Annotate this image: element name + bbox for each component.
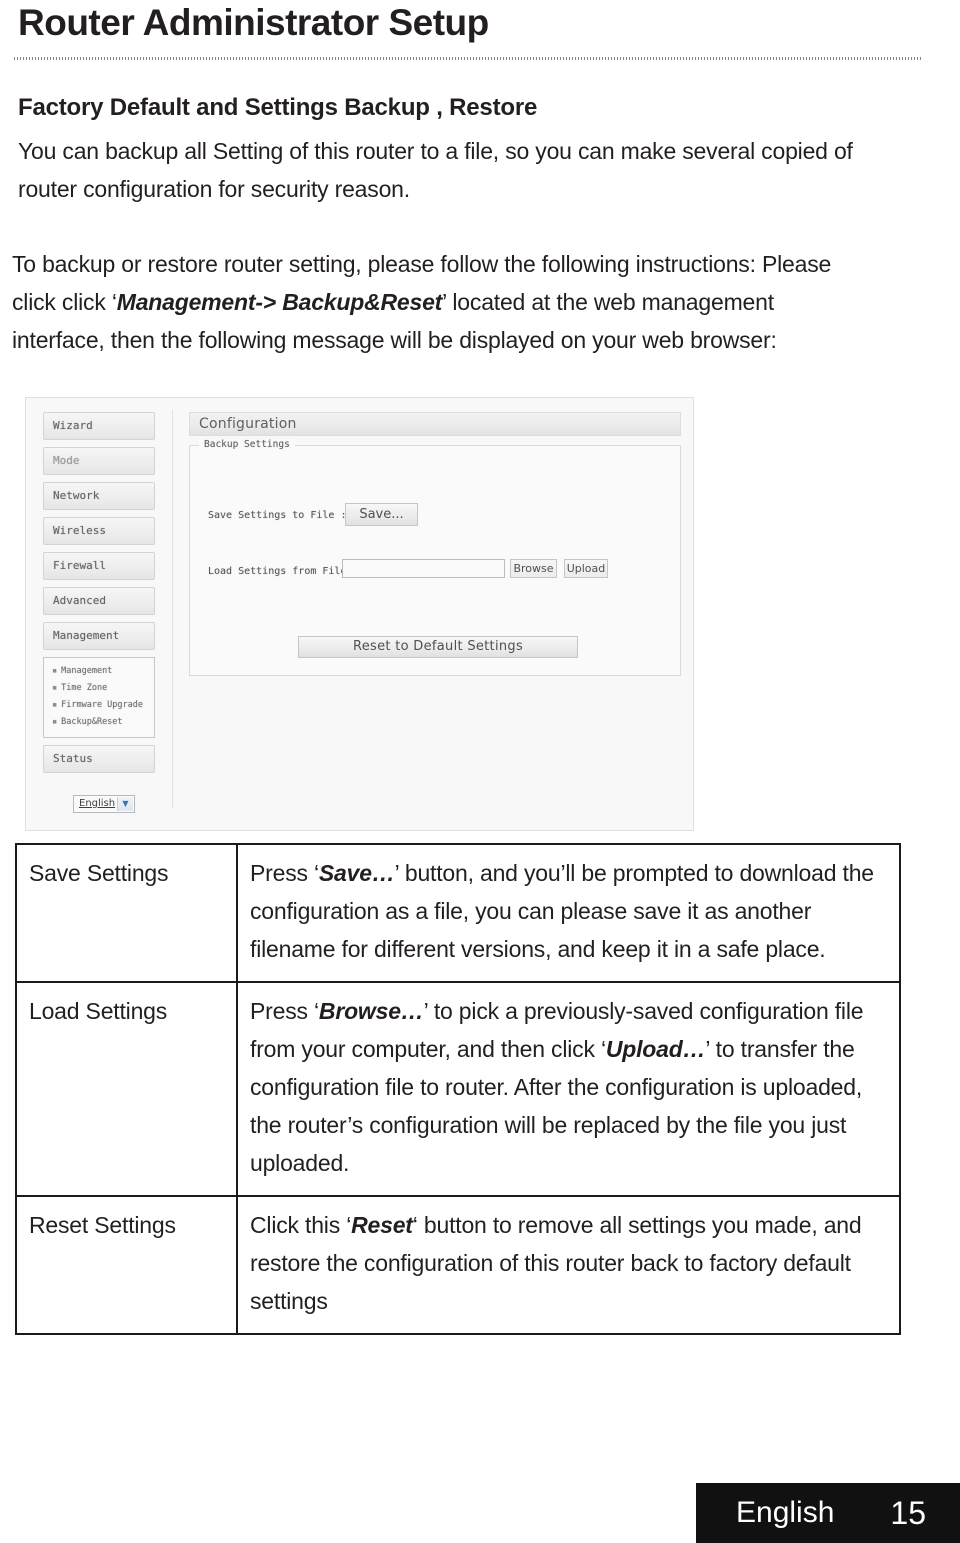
sidebar-nav: Wizard Mode Network Wireless Firewall Ad…: [43, 412, 155, 780]
desc-emphasis-reset: Reset: [351, 1212, 413, 1238]
table-row: Save Settings Press ‘Save…’ button, and …: [15, 843, 901, 983]
sidebar-item-wizard[interactable]: Wizard: [43, 412, 155, 440]
desc-emphasis-browse: Browse…: [318, 998, 424, 1024]
table-cell-term: Reset Settings: [15, 1195, 238, 1335]
desc-emphasis-upload: Upload…: [605, 1036, 706, 1062]
chevron-down-icon[interactable]: ▼: [117, 797, 133, 811]
desc-emphasis-save: Save…: [318, 860, 395, 886]
sidebar-item-status[interactable]: Status: [43, 745, 155, 773]
panel-header: Configuration: [189, 412, 681, 436]
load-settings-input[interactable]: [342, 559, 505, 578]
bullet-icon: ▪: [52, 717, 58, 727]
table-cell-description: Press ‘Browse…’ to pick a previously-sav…: [236, 981, 901, 1197]
language-select-value: English: [79, 798, 116, 809]
sidebar-item-management[interactable]: Management: [43, 622, 155, 650]
settings-description-table: Save Settings Press ‘Save…’ button, and …: [15, 843, 901, 1335]
browse-button[interactable]: Browse: [510, 559, 557, 578]
bullet-icon: ▪: [52, 666, 58, 676]
sidebar-item-firewall[interactable]: Firewall: [43, 552, 155, 580]
bullet-icon: ▪: [52, 700, 58, 710]
configuration-panel: Configuration Backup Settings Save Setti…: [189, 412, 681, 676]
intro-emphasis-management-path: Management-> Backup&Reset: [116, 289, 443, 315]
sidebar-item-advanced[interactable]: Advanced: [43, 587, 155, 615]
router-ui-screenshot: Wizard Mode Network Wireless Firewall Ad…: [25, 397, 694, 831]
desc-text-before: Press ‘: [250, 860, 319, 886]
footer-language: English: [736, 1496, 835, 1529]
submenu-item-label: Management: [61, 666, 113, 676]
save-settings-label: Save Settings to File :: [208, 510, 347, 521]
title-divider: [14, 57, 922, 60]
bullet-icon: ▪: [52, 683, 58, 693]
table-cell-description: Click this ‘Reset‘ button to remove all …: [236, 1195, 901, 1335]
sidebar-item-mode[interactable]: Mode: [43, 447, 155, 475]
submenu-item-label: Firmware Upgrade: [61, 700, 144, 710]
sidebar-item-network[interactable]: Network: [43, 482, 155, 510]
table-cell-term: Save Settings: [15, 843, 238, 983]
table-row: Load Settings Press ‘Browse…’ to pick a …: [15, 981, 901, 1197]
table-row: Reset Settings Click this ‘Reset‘ button…: [15, 1195, 901, 1335]
table-cell-term: Load Settings: [15, 981, 238, 1197]
section-heading: Factory Default and Settings Backup , Re…: [18, 94, 538, 121]
submenu-item-label: Time Zone: [61, 683, 108, 693]
fieldset-legend: Backup Settings: [199, 439, 295, 450]
reset-to-default-settings-button[interactable]: Reset to Default Settings: [298, 636, 578, 658]
management-submenu: ▪ Management ▪ Time Zone ▪ Firmware Upgrade…: [43, 657, 155, 738]
upload-button[interactable]: Upload: [564, 559, 608, 578]
table-cell-description: Press ‘Save…’ button, and you’ll be prom…: [236, 843, 901, 983]
submenu-item-time-zone[interactable]: ▪ Time Zone: [44, 680, 154, 697]
desc-text-before: Press ‘: [250, 998, 319, 1024]
footer-badge: English 15: [696, 1483, 960, 1543]
intro-paragraph-1: You can backup all Setting of this route…: [18, 138, 853, 202]
sidebar-item-wireless[interactable]: Wireless: [43, 517, 155, 545]
footer-page-number: 15: [890, 1494, 926, 1531]
submenu-item-backup-reset[interactable]: ▪ Backup&Reset: [44, 714, 154, 731]
load-settings-label: Load Settings from File :: [208, 566, 359, 577]
backup-settings-fieldset: Backup Settings Save Settings to File : …: [189, 439, 681, 676]
page-title: Router Administrator Setup: [18, 2, 489, 43]
intro-paragraph-2: To backup or restore router setting, ple…: [12, 245, 842, 359]
submenu-item-label: Backup&Reset: [61, 717, 123, 727]
save-button[interactable]: Save...: [345, 503, 418, 526]
sidebar-divider: [172, 410, 173, 808]
language-select[interactable]: English ▼: [73, 795, 135, 813]
desc-text-before: Click this ‘: [250, 1212, 352, 1238]
submenu-item-firmware-upgrade[interactable]: ▪ Firmware Upgrade: [44, 697, 154, 714]
submenu-item-management[interactable]: ▪ Management: [44, 663, 154, 680]
